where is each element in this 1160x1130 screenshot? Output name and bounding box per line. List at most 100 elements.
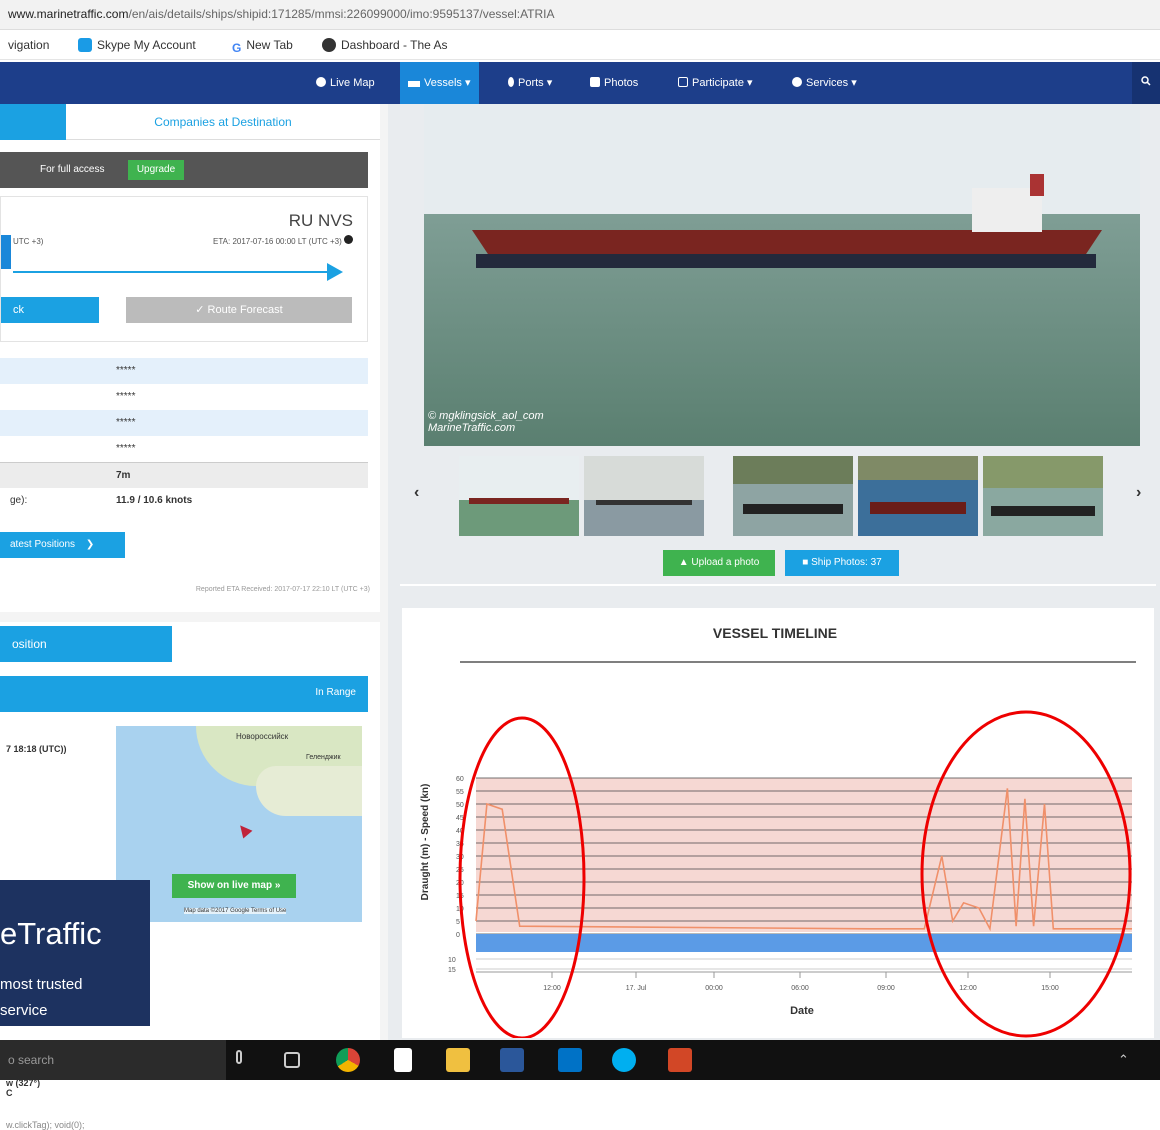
- vessel-marker-icon[interactable]: [235, 821, 253, 839]
- reported-eta-text: Reported ETA Received: 2017-07-17 22:10 …: [195, 586, 370, 593]
- position-map[interactable]: Новороссийск Геленджик Show on live map …: [116, 726, 362, 922]
- ship-waterline: [476, 254, 1096, 268]
- participate-icon: [678, 77, 688, 87]
- windows-taskbar: o search ⌃: [0, 1040, 1160, 1080]
- vessel-photo[interactable]: © mgklingsick_aol_com MarineTraffic.com: [424, 104, 1140, 446]
- map-land-coast: [256, 766, 362, 816]
- y-tick-label-lower: 10: [448, 957, 456, 964]
- powerpoint-icon[interactable]: [668, 1048, 692, 1072]
- photo-thumbnail-1[interactable]: [459, 456, 579, 536]
- position-time: 7 18:18 (UTC)): [6, 744, 67, 754]
- globe-icon: [316, 77, 326, 87]
- browser-url-bar[interactable]: www.marinetraffic.com/en/ais/details/shi…: [0, 0, 1160, 30]
- skype-icon: [78, 38, 92, 52]
- camera-icon: ■: [802, 557, 809, 568]
- nav-live-map[interactable]: Live Map: [316, 62, 375, 104]
- nav-search[interactable]: [1132, 62, 1160, 104]
- outlook-icon[interactable]: [558, 1048, 582, 1072]
- vessel-info-column: Companies at Destination For full access…: [0, 104, 388, 1130]
- progress-marker: [1, 235, 11, 269]
- google-icon: G: [232, 41, 242, 55]
- draught-row: 7m: [0, 462, 368, 488]
- mic-icon[interactable]: [236, 1050, 242, 1064]
- skype-icon[interactable]: [612, 1048, 636, 1072]
- course-text: w (327°) C: [6, 1078, 41, 1098]
- word-icon[interactable]: [500, 1048, 524, 1072]
- file-explorer-icon[interactable]: [446, 1048, 470, 1072]
- timeline-chart: VESSEL TIMELINE 605550454035302520151050…: [420, 625, 1136, 1040]
- upgrade-bar: For full access Upgrade: [0, 152, 368, 188]
- bookmarks-bar: vigation Skype My Account G New Tab Dashb…: [0, 30, 1160, 60]
- route-line: [13, 271, 333, 273]
- task-view-icon[interactable]: [284, 1052, 300, 1068]
- photo-thumbnail-3[interactable]: [733, 456, 853, 536]
- ad-line-2: service: [0, 1002, 48, 1019]
- route-box: RU NVS UTC +3) ETA: 2017-07-16 00:00 LT …: [0, 196, 368, 342]
- voyage-panel: Companies at Destination For full access…: [0, 104, 380, 612]
- latest-positions-button[interactable]: atest Positions ❯: [0, 532, 125, 558]
- ad-line-1: most trusted: [0, 976, 83, 993]
- masked-row-2: *****: [116, 391, 136, 402]
- map-attribution: Map data ©2017 Google Terms of Use: [184, 908, 287, 914]
- ad-title: eTraffic: [0, 916, 102, 951]
- taskbar-search[interactable]: o search: [0, 1040, 242, 1080]
- bookmark-new-tab[interactable]: G New Tab: [232, 38, 293, 55]
- position-panel: osition In Range 7 18:18 (UTC)) Новоросс…: [0, 622, 380, 1130]
- tab-active[interactable]: [0, 104, 66, 140]
- upgrade-button[interactable]: Upgrade: [128, 160, 184, 180]
- bookmark-dashboard[interactable]: Dashboard - The As: [322, 38, 448, 52]
- chevron-left-icon[interactable]: ‹: [414, 484, 419, 502]
- track-button[interactable]: ck: [1, 297, 99, 323]
- camera-icon: [590, 77, 600, 87]
- bookmark-navigation[interactable]: vigation: [8, 38, 49, 52]
- nav-ports[interactable]: Ports ▾: [508, 62, 552, 104]
- chevron-right-icon[interactable]: ›: [1136, 484, 1141, 502]
- chrome-icon[interactable]: [336, 1048, 360, 1072]
- x-tick-label: 15:00: [1041, 985, 1059, 992]
- nav-photos[interactable]: Photos: [590, 62, 638, 104]
- masked-row-3: *****: [0, 410, 368, 436]
- bookmark-skype[interactable]: Skype My Account: [78, 38, 196, 52]
- nav-vessels[interactable]: Vessels ▾: [400, 62, 479, 104]
- access-text: For full access: [40, 164, 105, 175]
- upload-photo-button[interactable]: ▲ Upload a photo: [663, 550, 775, 576]
- ship-photos-button[interactable]: ■ Ship Photos: 37: [785, 550, 899, 576]
- separator: [400, 584, 1156, 586]
- site-nav: Live Map Vessels ▾ Ports ▾ Photos Partic…: [0, 62, 1160, 104]
- x-axis-label: Date: [790, 1005, 814, 1017]
- y-tick-label: 5: [456, 919, 460, 926]
- eta-text: ETA: 2017-07-16 00:00 LT (UTC +3): [213, 235, 353, 246]
- ship-icon: [408, 81, 420, 87]
- search-placeholder: o search: [8, 1053, 55, 1067]
- gear-icon: [792, 77, 802, 87]
- draught-band: [476, 934, 1132, 952]
- chart-title: VESSEL TIMELINE: [713, 625, 837, 641]
- show-on-live-map-button[interactable]: Show on live map »: [172, 874, 296, 898]
- x-tick-label: 09:00: [877, 985, 895, 992]
- x-axis-ticks: 12:00 17. Jul 00:00 06:00 09:00 12:00 15:00: [543, 972, 1059, 992]
- ship-funnel: [1030, 174, 1044, 196]
- y-tick-label: 55: [456, 789, 464, 796]
- nav-services[interactable]: Services ▾: [792, 62, 857, 104]
- tab-companies-at-destination[interactable]: Companies at Destination: [66, 104, 380, 140]
- in-range-bar: In Range: [0, 676, 368, 712]
- photo-thumbnail-5[interactable]: [983, 456, 1103, 536]
- store-icon[interactable]: [394, 1048, 412, 1072]
- speed-area: [476, 778, 1132, 932]
- map-label-gelendzhik: Геленджик: [306, 754, 341, 761]
- script-code-text: w.clickTag); void(0);: [6, 1120, 85, 1130]
- tab-position[interactable]: osition: [0, 626, 172, 662]
- url-text[interactable]: www.marinetraffic.com/en/ais/details/shi…: [8, 7, 555, 21]
- destination-code: RU NVS: [288, 211, 353, 230]
- photo-thumbnail-4[interactable]: [858, 456, 978, 536]
- x-tick-label: 06:00: [791, 985, 809, 992]
- route-forecast-button[interactable]: ✓ Route Forecast: [126, 297, 352, 323]
- info-icon: [344, 235, 353, 244]
- photo-watermark: © mgklingsick_aol_com MarineTraffic.com: [428, 410, 544, 434]
- nav-participate[interactable]: Participate ▾: [678, 62, 753, 104]
- x-tick-label: 00:00: [705, 985, 723, 992]
- map-label-novorossiysk: Новороссийск: [236, 732, 289, 741]
- ad-banner[interactable]: eTraffic most trusted service: [0, 880, 150, 1026]
- photo-thumbnail-2[interactable]: [584, 456, 704, 536]
- chevron-up-icon[interactable]: ⌃: [1118, 1052, 1129, 1068]
